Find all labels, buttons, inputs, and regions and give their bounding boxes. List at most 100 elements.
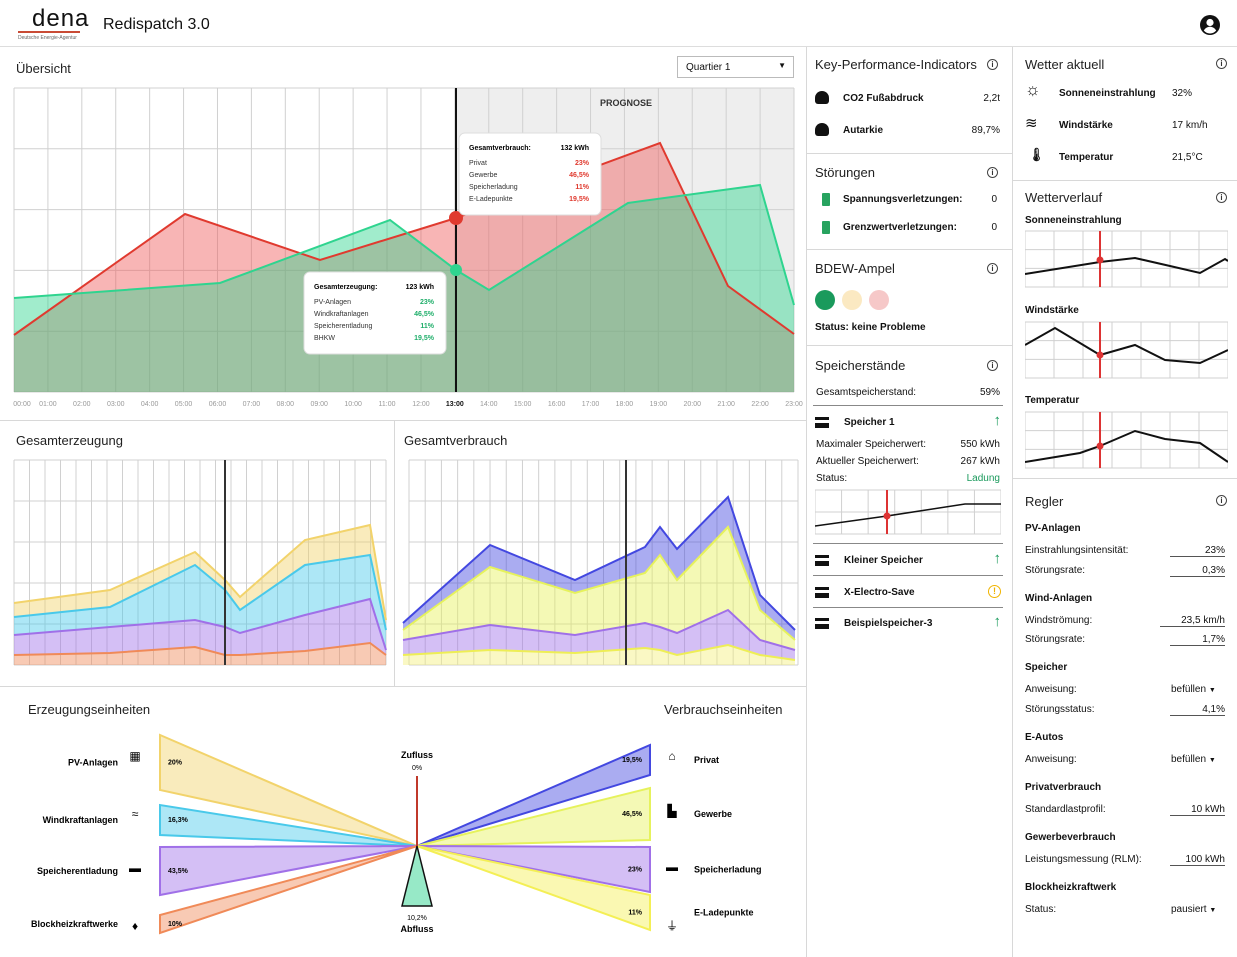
factory-icon: ▙ [666,803,677,818]
time-tick-label: 06:00 [209,401,227,408]
time-tick-label: 07:00 [243,401,261,408]
tooltip-title: Gesamterzeugung: [314,284,377,291]
weather-row: ☼ Sonneneinstrahlung 32% [1025,80,1193,99]
storage-info-icon[interactable]: i [987,360,998,371]
trend-line [1025,429,1228,463]
weather-history-info-icon[interactable]: i [1216,192,1227,203]
consumption-chart [402,459,799,666]
time-tick-label: 01:00 [39,401,57,408]
flow-band-pct: 16,3% [168,817,189,824]
wind-flow-input[interactable]: 23,5 km/h [1160,615,1225,627]
dena-logo: dena Deutsche Energie-Agentur [18,5,90,41]
private-load-input[interactable]: 10 kWh [1170,804,1225,816]
flow-band-pct: 19,5% [622,757,643,764]
consumption-units-title: Verbrauchseinheiten [664,702,783,717]
time-tick-label: 04:00 [141,401,159,408]
tooltip-row-label: Gewerbe [469,172,498,179]
bdew-info-icon[interactable]: i [987,263,998,274]
time-tick-label: 09:00 [310,401,328,408]
traffic-light-yellow [842,290,862,310]
tooltip-row-label: Privat [469,160,487,167]
time-tick-label: 16:00 [548,401,566,408]
warning-icon: ! [988,585,1001,598]
thermometer-icon: 🌡︎ [1028,147,1045,162]
bdew-title: BDEW-Ampel [815,261,895,276]
app-header: dena Deutsche Energie-Agentur Redispatch… [0,0,1237,47]
commercial-load-input[interactable]: 100 kWh [1170,854,1225,866]
controls-info-icon[interactable]: i [1216,495,1227,506]
tooltip-total: 123 kWh [406,284,434,291]
wind-icon: ≈ [132,807,139,821]
energy-flow-diagram: 20% PV-Anlagen 16,3% Windkraftanlagen 43,5% S… [31,733,762,935]
flame-icon: ♦ [132,919,138,933]
wind-failure-input[interactable]: 1,7% [1170,634,1225,646]
tooltip-row-value: 19,5% [569,196,590,203]
consumption-title: Gesamtverbrauch [404,433,508,448]
disturbance-row: Grenzwertverletzungen: 0 [820,221,1000,235]
kpi-label: Autarkie [843,125,884,136]
time-tick-label: 12:00 [412,401,430,408]
storage-icon: ▬ [129,861,141,875]
solar-panel-icon: ▦ [129,749,140,763]
arrow-up-icon: ↑ [993,412,1002,429]
time-tick-label: 05:00 [175,401,193,408]
flow-unit-label: PV-Anlagen [68,758,118,768]
generation-chart [13,459,387,666]
disturbances-info-icon[interactable]: i [987,167,998,178]
tooltip-row-value: 23% [420,299,435,306]
tooltip-row-label: Windkraftanlagen [314,311,369,318]
traffic-light-red [869,290,889,310]
storage-item-2[interactable]: Kleiner Speicher ↑ [815,550,1002,569]
time-tick-label: 08:00 [277,401,295,408]
generation-title: Gesamterzeugung [16,433,123,448]
tooltip-row-value: 11% [575,184,589,191]
time-tick-label: 10:00 [344,401,362,408]
kpi-value: 89,7% [971,125,1000,136]
kpi-value: 2,2t [983,93,1000,104]
flow-band-pct: 23% [628,867,643,874]
storage-item-3[interactable]: X-Electro-Save ! [815,585,1001,601]
ecar-instruction-select[interactable]: befüllen ▼ [1171,754,1216,765]
trend-line [1025,256,1228,275]
tooltip-row-label: BHKW [314,335,335,342]
disturbance-row: Spannungsverletzungen: 0 [820,193,1000,207]
storage-instruction-select[interactable]: befüllen ▼ [1171,684,1216,695]
time-tick-label: 21:00 [717,401,735,408]
kpi-info-icon[interactable]: i [987,59,998,70]
time-tick-label: 22:00 [751,401,769,408]
kpi-row-co2: CO2 Fußabdruck 2,2t [815,91,1000,107]
app-title: Redispatch 3.0 [103,16,210,33]
flow-band-pct: 11% [628,910,642,917]
time-tick-label: 11:00 [379,401,396,408]
tooltip-row-label: E-Ladepunkte [469,196,513,203]
current-marker [1096,256,1104,264]
current-marker [883,512,891,520]
flow-band-pct: 20% [168,760,183,767]
storage-item-4[interactable]: Beispielspeicher-3 ↑ [815,613,1002,632]
arrow-up-icon: ↑ [993,550,1002,567]
weather-info-icon[interactable]: i [1216,58,1227,69]
battery-icon [822,193,830,206]
time-tick-label: 02:00 [73,401,91,408]
user-account-icon[interactable] [1200,15,1220,35]
kpi-title: Key-Performance-Indicators [815,57,977,72]
wind-icon: ≋ [1025,115,1038,132]
generation-units-title: Erzeugungseinheiten [28,702,151,717]
storage-failure-input[interactable]: 4,1% [1170,704,1225,716]
tooltip-row-value: 11% [420,323,434,330]
pv-intensity-input[interactable]: 23% [1170,545,1225,557]
arrow-up-icon: ↑ [993,613,1002,630]
quarter-select[interactable]: Quartier 1 ▼ [677,56,794,78]
traffic-light-green [815,290,835,310]
generation-marker [450,264,462,276]
inflow-pct: 0% [412,765,422,772]
time-tick-label: 14:00 [480,401,498,408]
storage-icon [815,555,829,566]
tooltip-row-value: 19,5% [414,335,435,342]
pv-failure-input[interactable]: 0,3% [1170,565,1225,577]
current-marker [1096,442,1104,450]
caret-down-icon: ▼ [1209,907,1217,914]
storage-item-1[interactable]: Speicher 1 ↑ [815,412,1002,431]
bhkw-status-select[interactable]: pausiert ▼ [1171,904,1216,915]
flow-band-pct: 10% [168,921,183,928]
